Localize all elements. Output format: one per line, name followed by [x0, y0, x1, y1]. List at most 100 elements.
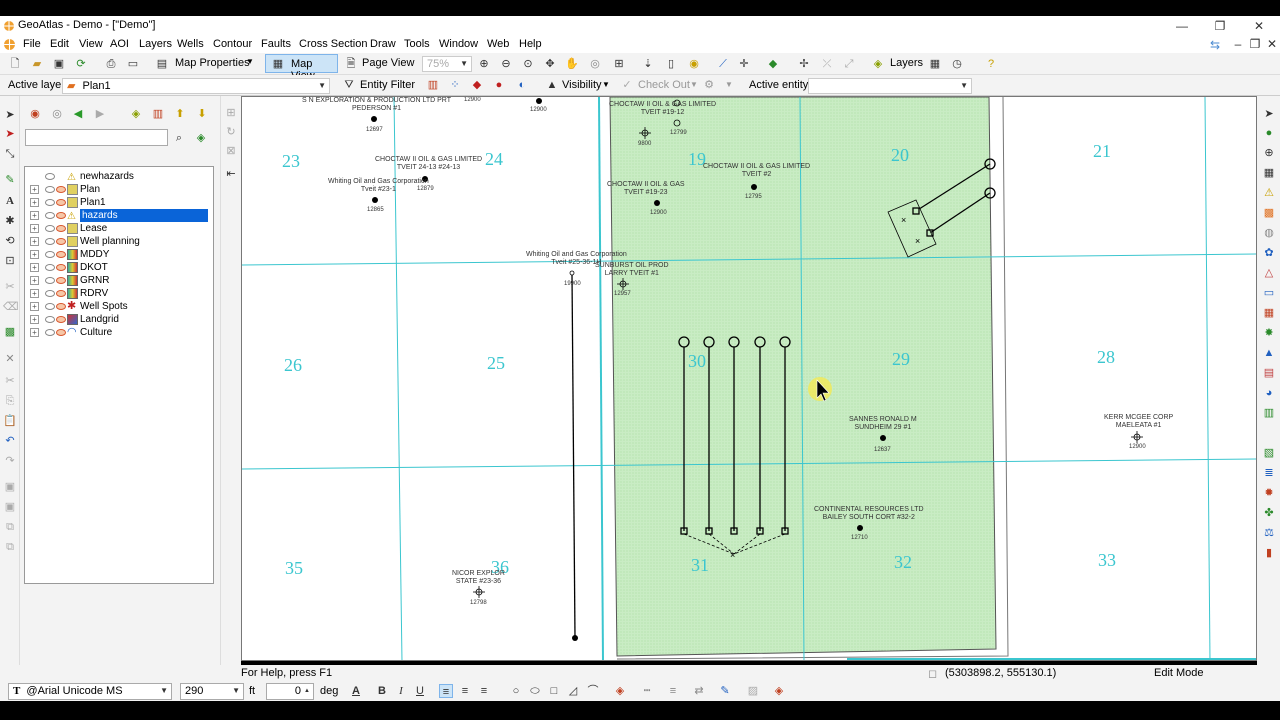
- layers-button[interactable]: Layers: [890, 57, 923, 69]
- font-select[interactable]: T @Arial Unicode MS ▼: [8, 683, 172, 700]
- layer-item-grnr[interactable]: + GRNR: [25, 274, 213, 287]
- layers-tool-icon[interactable]: ≣: [1262, 466, 1276, 480]
- collapse-panel-icon[interactable]: ⇤: [224, 167, 238, 181]
- menu-view[interactable]: View: [79, 38, 103, 50]
- dock-icon[interactable]: ⇆: [1205, 37, 1225, 53]
- zoom-previous-icon[interactable]: ◎: [588, 57, 602, 71]
- bring-front-icon[interactable]: ⧉: [3, 520, 17, 534]
- group-icon[interactable]: ▣: [3, 480, 17, 494]
- expand-icon[interactable]: +: [30, 289, 39, 298]
- well-symbol-icon[interactable]: ▥: [426, 78, 440, 92]
- lock-eye-icon[interactable]: [56, 264, 66, 271]
- page-view-button[interactable]: Page View: [362, 57, 414, 69]
- menu-help[interactable]: Help: [519, 38, 542, 50]
- layer-item-landgrid[interactable]: + Landgrid: [25, 313, 213, 326]
- minimize-button[interactable]: —: [1172, 18, 1192, 34]
- symbol-icon[interactable]: ✱: [3, 214, 17, 228]
- table-icon[interactable]: ▦: [928, 57, 942, 71]
- visibility-button[interactable]: Visibility: [562, 79, 602, 91]
- open-folder-icon[interactable]: ▰: [30, 57, 44, 71]
- move-down-icon[interactable]: ⬇: [195, 107, 209, 121]
- bold-icon[interactable]: B: [375, 684, 389, 698]
- disconnect-icon[interactable]: ⤫: [820, 57, 834, 71]
- delete-icon[interactable]: ✕: [3, 352, 17, 366]
- zoom-select[interactable]: 75% ▼: [422, 56, 472, 72]
- pie-tool-icon[interactable]: ◕: [1262, 386, 1276, 400]
- tree-tool-icon[interactable]: ✤: [1262, 506, 1276, 520]
- print-preview-icon[interactable]: ▭: [126, 57, 140, 71]
- arrow-style-icon[interactable]: ⇄: [692, 684, 706, 698]
- polygon-shape-icon[interactable]: ◿: [566, 684, 580, 698]
- pan-icon[interactable]: ✋: [565, 57, 579, 71]
- lock-eye-icon[interactable]: [56, 277, 66, 284]
- bar-chart-tool-icon[interactable]: ▮: [1262, 546, 1276, 560]
- underline-icon[interactable]: U: [413, 684, 427, 698]
- document-tool-icon[interactable]: ▭: [1262, 286, 1276, 300]
- visibility-eye-icon[interactable]: [45, 225, 55, 232]
- layer-item-mddy[interactable]: + MDDY: [25, 248, 213, 261]
- text-tool-icon[interactable]: A: [3, 194, 17, 208]
- expand-icon[interactable]: +: [30, 302, 39, 311]
- menu-draw[interactable]: Draw: [370, 38, 396, 50]
- hide-all-icon[interactable]: ◎: [50, 107, 64, 121]
- expand-icon[interactable]: +: [30, 315, 39, 324]
- check-out-button[interactable]: Check Out: [638, 79, 690, 91]
- map-properties-dropdown-icon[interactable]: ▼: [246, 57, 254, 66]
- show-all-icon[interactable]: ◉: [28, 107, 42, 121]
- select-node-icon[interactable]: ➤: [3, 127, 17, 141]
- zoom-in-icon[interactable]: ⊕: [477, 57, 491, 71]
- zoom-extents-icon[interactable]: ✥: [543, 57, 557, 71]
- lock-eye-icon[interactable]: [56, 212, 66, 219]
- pen-color-icon[interactable]: ✎: [718, 684, 732, 698]
- font-color-icon[interactable]: A: [349, 684, 363, 698]
- palette-icon[interactable]: ◆: [470, 78, 484, 92]
- search-icon[interactable]: ⌕: [172, 131, 186, 145]
- visibility-eye-icon[interactable]: [45, 264, 55, 271]
- expand-icon[interactable]: +: [30, 237, 39, 246]
- check-in-dropdown-icon[interactable]: ▼: [725, 80, 733, 89]
- locate-icon[interactable]: ◉: [687, 57, 701, 71]
- layer-item-rdrv[interactable]: + RDRV: [25, 287, 213, 300]
- burst-tool-icon[interactable]: ✹: [1262, 486, 1276, 500]
- map-view-button[interactable]: ▦ Map View: [265, 54, 338, 82]
- circle-shape-icon[interactable]: ○: [509, 684, 523, 698]
- layer-search-input[interactable]: [25, 129, 168, 146]
- table-tool-icon[interactable]: ▦: [1262, 306, 1276, 320]
- expand-icon[interactable]: +: [30, 198, 39, 207]
- new-file-icon[interactable]: 🗋: [8, 57, 22, 71]
- warning-tool-icon[interactable]: △: [1262, 266, 1276, 280]
- align-left-icon[interactable]: ≡: [439, 684, 453, 698]
- align-right-icon[interactable]: ≡: [477, 684, 491, 698]
- rectangle-shape-icon[interactable]: □: [547, 684, 561, 698]
- lock-eye-icon[interactable]: [56, 303, 66, 310]
- maximize-button[interactable]: ❐: [1210, 18, 1230, 34]
- pin-tool-icon[interactable]: ▲: [1262, 346, 1276, 360]
- rotate-icon[interactable]: ⟲: [3, 234, 17, 248]
- layer-item-culture[interactable]: + ◠ Culture: [25, 326, 213, 339]
- cut-line-icon[interactable]: ✂: [3, 280, 17, 294]
- cut-icon[interactable]: ✂: [3, 374, 17, 388]
- arc-shape-icon[interactable]: ⌒: [586, 684, 600, 698]
- paste-icon[interactable]: 📋: [3, 414, 17, 428]
- star-tool-icon[interactable]: ✸: [1262, 326, 1276, 340]
- lock-icon[interactable]: ⊡: [3, 254, 17, 268]
- lock-eye-icon[interactable]: [56, 251, 66, 258]
- lock-eye-icon[interactable]: [56, 199, 66, 206]
- zoom-window-icon[interactable]: ⊙: [521, 57, 535, 71]
- visibility-eye-icon[interactable]: [45, 251, 55, 258]
- symbol-fill-icon[interactable]: ◈: [772, 684, 786, 698]
- settings-tool-icon[interactable]: ✿: [1262, 246, 1276, 260]
- layer-properties-icon[interactable]: ▥: [151, 107, 165, 121]
- layer-item-lease[interactable]: + Lease: [25, 222, 213, 235]
- layer-find-icon[interactable]: ◈: [194, 131, 208, 145]
- redo-icon[interactable]: ↷: [3, 454, 17, 468]
- italic-icon[interactable]: I: [394, 684, 408, 698]
- visibility-eye-icon[interactable]: [45, 277, 55, 284]
- layer-item-hazards[interactable]: + ⚠ hazards: [25, 209, 213, 222]
- menu-web[interactable]: Web: [487, 38, 509, 50]
- line-icon[interactable]: ⤡: [3, 147, 17, 161]
- menu-file[interactable]: File: [23, 38, 41, 50]
- web-icon[interactable]: ⊕: [1262, 146, 1276, 160]
- menu-tools[interactable]: Tools: [404, 38, 430, 50]
- save-icon[interactable]: ▣: [52, 57, 66, 71]
